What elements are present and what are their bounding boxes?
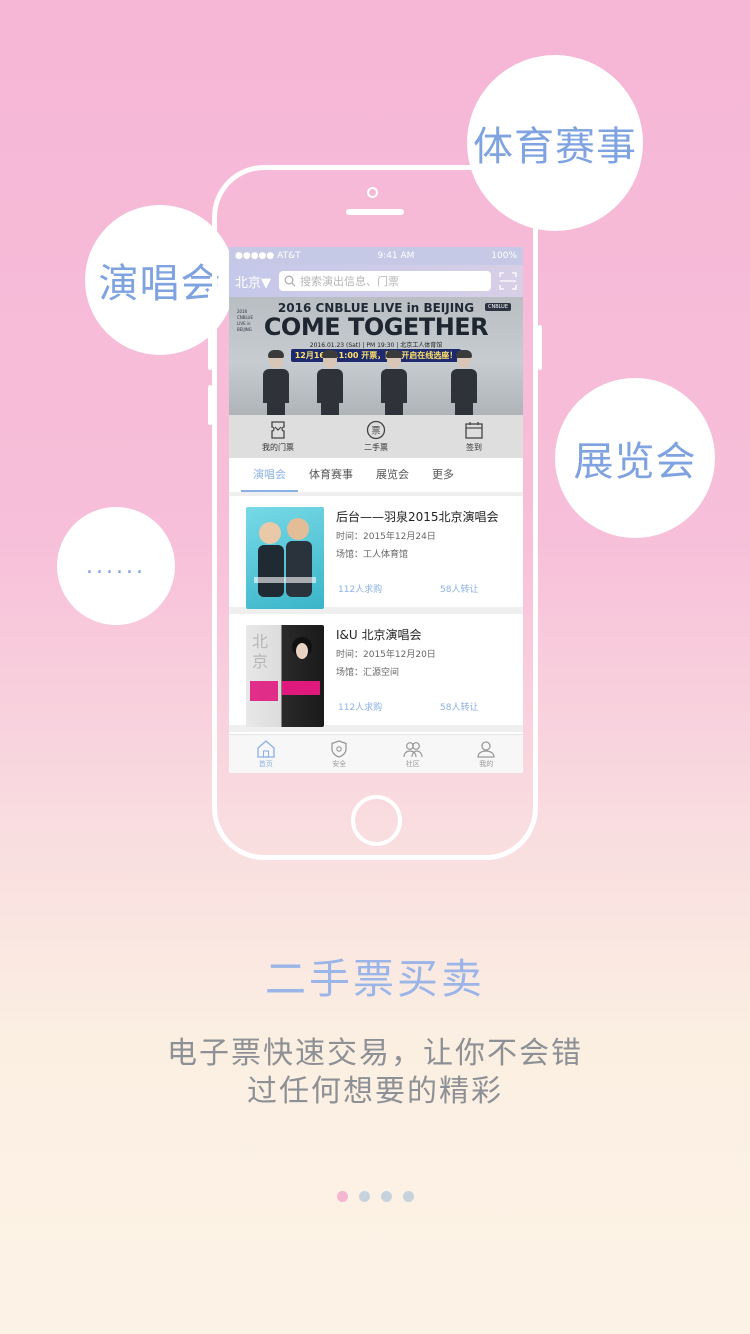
event-transfer-count[interactable]: 58人转让 xyxy=(440,582,478,595)
page-dot[interactable] xyxy=(336,1191,348,1202)
quick-second-hand[interactable]: 票 二手票 xyxy=(346,420,406,453)
status-bar: ●●●●● AT&T 9:41 AM 100% xyxy=(229,247,523,265)
tab-more[interactable]: 更多 xyxy=(432,458,454,492)
bubble-more: ...... xyxy=(57,507,175,625)
tabbar-label: 社区 xyxy=(405,759,420,768)
community-icon xyxy=(403,741,423,757)
event-buy-count[interactable]: 112人求购 xyxy=(338,700,382,713)
event-card[interactable]: 后台——羽泉2015北京演唱会 时间：2015年12月24日 场馆：工人体育馆 … xyxy=(229,496,523,614)
user-icon xyxy=(477,740,495,758)
event-transfer-count[interactable]: 58人转让 xyxy=(440,700,478,713)
event-time: 时间：2015年12月24日 xyxy=(336,532,436,542)
svg-text:票: 票 xyxy=(371,426,380,437)
event-title: 后台——羽泉2015北京演唱会 xyxy=(336,510,499,524)
banner-person xyxy=(263,350,289,415)
page-dot[interactable] xyxy=(380,1191,392,1202)
tabbar-label: 安全 xyxy=(332,759,347,768)
event-venue: 场馆：工人体育馆 xyxy=(336,550,409,560)
tabbar-me[interactable]: 我的 xyxy=(461,740,511,769)
search-icon xyxy=(284,275,296,287)
tab-sports[interactable]: 体育赛事 xyxy=(309,458,353,492)
search-input[interactable]: 搜索演出信息、门票 xyxy=(279,271,491,291)
bubble-expo: 展览会 xyxy=(555,378,715,538)
phone-side-button xyxy=(208,290,212,312)
scan-icon[interactable] xyxy=(499,272,517,290)
onboarding-description-line2: 过任何想要的精彩 xyxy=(247,1074,503,1109)
event-buy-count[interactable]: 112人求购 xyxy=(338,582,382,595)
phone-volume-up xyxy=(208,330,212,370)
banner-person xyxy=(317,350,343,415)
banner-logo: CNBLUE xyxy=(484,303,511,311)
nav-bar: 北京▼ 搜索演出信息、门票 xyxy=(229,265,523,297)
quick-label: 签到 xyxy=(466,443,482,452)
tabbar-home[interactable]: 首页 xyxy=(241,739,291,769)
tab-expo[interactable]: 展览会 xyxy=(376,458,409,492)
calendar-icon xyxy=(465,422,483,439)
battery: 100% xyxy=(491,251,517,261)
onboarding-headline: 二手票买卖 xyxy=(265,955,485,1003)
second-hand-ticket-icon: 票 xyxy=(366,420,386,440)
banner-title: COME TOGETHER xyxy=(263,313,489,341)
event-venue: 场馆：汇源空间 xyxy=(336,668,400,678)
home-icon xyxy=(257,739,275,758)
ticket-icon xyxy=(271,421,285,439)
phone-camera xyxy=(367,187,378,198)
phone-volume-down xyxy=(208,385,212,425)
quick-label: 二手票 xyxy=(364,443,388,452)
bubble-expo-label: 展览会 xyxy=(573,439,697,485)
event-poster: 北 京 xyxy=(246,625,324,727)
bubble-sports-label: 体育赛事 xyxy=(473,124,637,170)
svg-text:北: 北 xyxy=(252,632,268,651)
quick-my-tickets[interactable]: 我的门票 xyxy=(248,420,308,453)
app-screen: ●●●●● AT&T 9:41 AM 100% 北京▼ 搜索演出信息、门票 20… xyxy=(229,247,523,773)
banner-person xyxy=(451,350,477,415)
shield-icon xyxy=(331,739,347,758)
phone-power-button xyxy=(538,325,542,370)
quick-actions: 我的门票 票 二手票 签到 xyxy=(229,415,523,458)
tabbar-community[interactable]: 社区 xyxy=(388,740,438,769)
event-card[interactable]: 北 京 I&U 北京演唱会 时间：2015年12月20日 场馆：汇源空间 112… xyxy=(229,614,523,732)
search-placeholder: 搜索演出信息、门票 xyxy=(300,275,399,288)
tabbar-label: 我的 xyxy=(479,759,494,768)
page-dot[interactable] xyxy=(358,1191,370,1202)
clock: 9:41 AM xyxy=(377,251,415,261)
bubble-more-label: ...... xyxy=(86,553,146,579)
tabbar-security[interactable]: 安全 xyxy=(314,739,364,769)
page-dot[interactable] xyxy=(402,1191,414,1202)
phone-speaker xyxy=(346,209,404,215)
event-time: 时间：2015年12月20日 xyxy=(336,650,436,660)
category-tabs: 演唱会 体育赛事 展览会 更多 xyxy=(229,458,523,496)
page-indicator[interactable] xyxy=(0,1191,750,1202)
banner-person xyxy=(381,350,407,415)
quick-label: 我的门票 xyxy=(262,443,294,452)
quick-checkin[interactable]: 签到 xyxy=(444,420,504,453)
bottom-tab-bar: 首页 安全 社区 我的 xyxy=(229,734,523,773)
tabbar-label: 首页 xyxy=(258,759,273,768)
carrier: ●●●●● AT&T xyxy=(235,251,301,261)
event-title: I&U 北京演唱会 xyxy=(336,628,422,642)
tab-concert[interactable]: 演唱会 xyxy=(241,458,298,492)
city-selector[interactable]: 北京▼ xyxy=(235,272,271,291)
promo-banner[interactable]: 2016 CNBLUE LIVE in BEIJING CNBLUE 2016 … xyxy=(229,297,523,415)
event-poster xyxy=(246,507,324,609)
svg-text:京: 京 xyxy=(252,652,268,671)
phone-home-button xyxy=(351,795,402,846)
banner-info: 2016.01.23 (Sat) | PM 19:30 | 北京工人体育馆 xyxy=(309,342,443,349)
bubble-concert-label: 演唱会 xyxy=(98,261,222,307)
